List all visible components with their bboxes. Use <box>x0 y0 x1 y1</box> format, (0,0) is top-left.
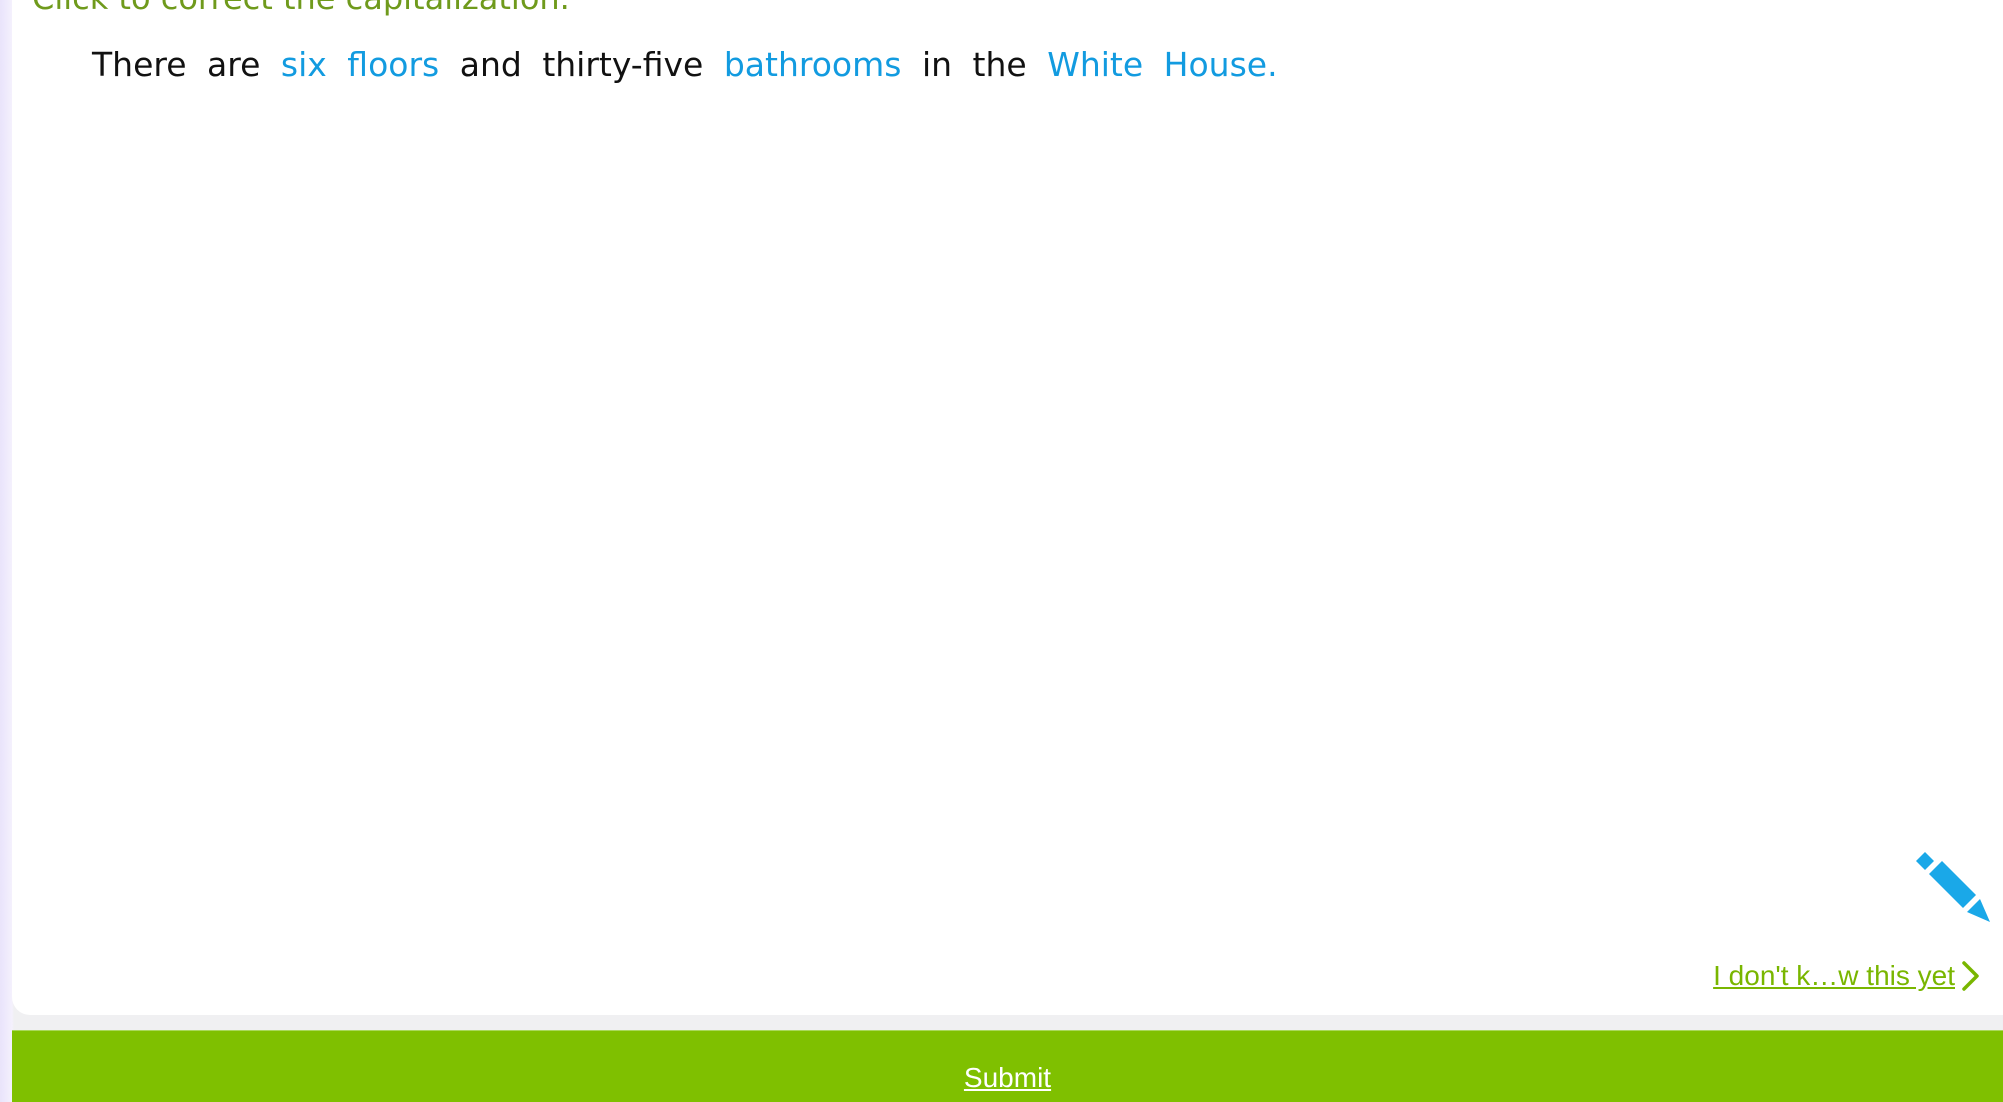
sentence-word: and <box>459 45 522 84</box>
dont-know-link[interactable]: I don't k…w this yet <box>1713 958 1955 994</box>
sentence-word-clickable[interactable]: House. <box>1164 45 1278 84</box>
pencil-icon[interactable] <box>1912 844 1992 924</box>
sentence-word-clickable[interactable]: White <box>1047 45 1143 84</box>
sentence-word-clickable[interactable]: six <box>281 45 327 84</box>
sentence-word: There <box>92 45 187 84</box>
sentence-word-clickable[interactable]: floors <box>347 45 439 84</box>
question-card <box>12 0 2003 1015</box>
sentence: There are six floors and thirty-five bat… <box>92 40 1278 90</box>
submit-label: Submit <box>963 1062 1052 1093</box>
instruction-text: Click to correct the capitalization. <box>32 0 570 16</box>
sentence-word: are <box>207 45 261 84</box>
sentence-word: thirty-five <box>542 45 704 84</box>
sentence-word-clickable[interactable]: bathrooms <box>724 45 902 84</box>
chevron-right-icon[interactable] <box>1960 960 1982 992</box>
sentence-word: in <box>921 45 953 84</box>
submit-button[interactable]: Submit <box>12 1030 2003 1102</box>
sentence-word: the <box>972 45 1027 84</box>
